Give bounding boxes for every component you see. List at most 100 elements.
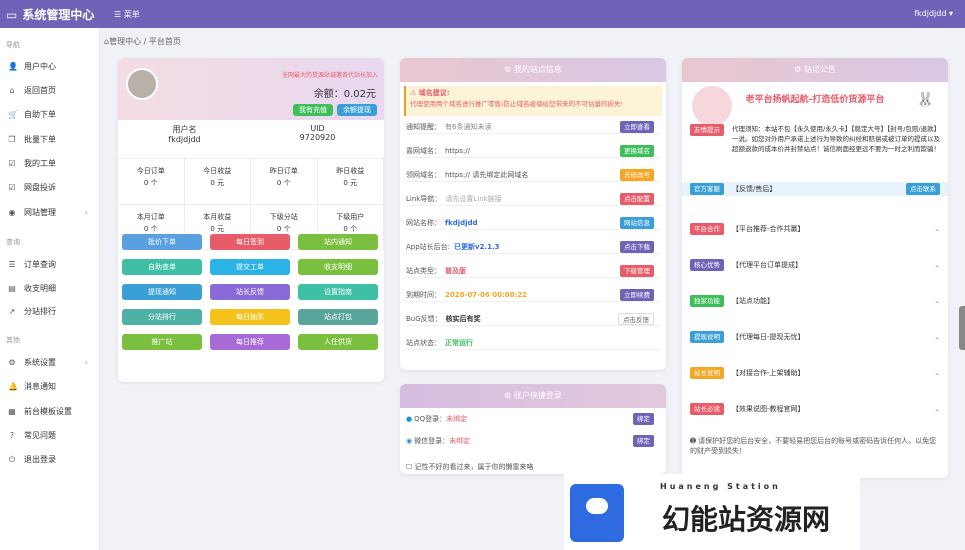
notice-row[interactable]: 官方客服 【反馈/售后】 点击联系 — [682, 182, 948, 196]
chevron-down-icon[interactable]: ⌄ — [934, 369, 940, 377]
action-button[interactable]: 站内通知 — [298, 234, 378, 250]
site-info-action-button[interactable]: 更换域名 — [620, 144, 654, 157]
copy-icon: ❐ — [8, 135, 16, 144]
stat-value: 0 元 — [210, 224, 225, 233]
action-button[interactable]: 人住供货 — [298, 334, 378, 350]
sidebar-item-1[interactable]: ⌂ 返回首页 — [8, 85, 96, 96]
notice-tag: 官方客服 — [690, 183, 724, 195]
sidebar-item-5[interactable]: ☑ 网盘投诉 — [8, 182, 96, 193]
sidebar-item-9[interactable]: ↗ 分站排行 — [8, 306, 96, 317]
question-icon: ? — [9, 431, 15, 440]
site-info-row: 通知提醒： 有6条通知未读 立即查看 — [406, 120, 660, 134]
invite-text[interactable]: 全网最大的货源站诚邀各代站长加入 — [282, 70, 378, 79]
action-label: 站长反馈 — [236, 288, 264, 296]
site-info-value: 核实后有奖 — [445, 314, 481, 323]
sidebar-item-label: 分站排行 — [24, 307, 56, 316]
list-icon: ☰ — [8, 260, 16, 269]
quick-login-tip: ☐ 记性不好的看过来，属于你的懒靠来咯 — [406, 463, 534, 471]
scroll-handle[interactable] — [959, 306, 965, 350]
action-button[interactable]: 分站排行 — [122, 309, 202, 325]
sidebar-item-7[interactable]: ☰ 订单查询 — [8, 259, 96, 270]
site-info-card: ⚙ 我的站点信息 ⚠ 域名建议: 代理使用两个域名进行推广零售(防止域名被墙给您… — [400, 58, 666, 370]
sidebar-item-0[interactable]: 👤 用户中心 — [8, 61, 96, 72]
action-button[interactable]: 每日抽奖 — [210, 309, 290, 325]
site-info-value: 请先设置Link链接 — [445, 194, 502, 203]
avatar[interactable] — [126, 68, 158, 100]
notice-row[interactable]: 站长说明 【对接合作-上架辅助】 ⌄ — [690, 366, 940, 380]
chevron-down-icon[interactable]: ⌄ — [934, 405, 940, 413]
chart-icon: ▤ — [8, 284, 16, 293]
action-button[interactable]: 设置指南 — [298, 284, 378, 300]
brand[interactable]: ▭ 系统管理中心 — [6, 6, 94, 23]
site-info-label: 喜网域名： — [406, 146, 441, 155]
notice-text: 【站点功能】 — [732, 297, 774, 305]
sidebar-item-label: 返回首页 — [24, 86, 56, 95]
site-info-action-button[interactable]: 下级管理 — [620, 264, 654, 277]
notice-row[interactable]: 平台合作 【平台推荐-合作共赢】 ⌄ — [690, 222, 940, 236]
notice-row[interactable]: 核心优势 【代理平台订单提成】 ⌄ — [690, 258, 940, 272]
action-button[interactable]: 提现通知 — [122, 284, 202, 300]
breadcrumb-home[interactable]: 管理中心 — [109, 37, 141, 46]
sidebar-item-8[interactable]: ▤ 收支明细 — [8, 283, 96, 294]
action-button[interactable]: 每日推荐 — [210, 334, 290, 350]
recharge-button[interactable]: 我有充值 — [293, 104, 333, 116]
site-info-action-button[interactable]: 去修改号 — [620, 168, 654, 181]
action-button[interactable]: 站点打包 — [298, 309, 378, 325]
site-info-action-button[interactable]: 点击配置 — [620, 192, 654, 205]
sidebar-item-13[interactable]: ? 常见问题 — [8, 430, 96, 441]
notice-row[interactable]: 提现说明 【代理每日-提现无忧】 ⌄ — [690, 330, 940, 344]
site-info-action-button[interactable]: 点击下载 — [620, 240, 654, 253]
action-button[interactable]: 推广站 — [122, 334, 202, 350]
balance: 余额：0.02元 — [314, 85, 376, 100]
notice-row[interactable]: 站长必读 【效果说图-教程官网】 ⌄ — [690, 402, 940, 416]
uid-value: 9720920 — [299, 133, 336, 142]
sidebar-section-other: 其他 — [6, 336, 20, 344]
bind-button[interactable]: 绑定 — [633, 435, 654, 447]
notice-row[interactable]: 友情提示 代理须知：本站不包【永久使用/永久卡】【稳定大号】【封号/包赔/退款】一… — [690, 124, 940, 174]
quick-login-header: ⚙ 账户快捷登录 — [400, 384, 666, 408]
site-info-action-button[interactable]: 点击反馈 — [618, 312, 654, 325]
withdraw-button[interactable]: 余额提现 — [337, 104, 377, 116]
user-menu[interactable]: fkdjdjdd ▾ — [914, 9, 953, 18]
sidebar-item-label: 系统设置 — [24, 358, 56, 367]
sidebar-item-2[interactable]: 🛒 自助下单 — [8, 109, 96, 120]
action-button[interactable]: 每日签到 — [210, 234, 290, 250]
sidebar-item-11[interactable]: 🔔 消息通知 — [8, 381, 96, 392]
chevron-right-icon: › — [84, 208, 88, 217]
notice-tag: 核心优势 — [690, 259, 724, 271]
sidebar-item-3[interactable]: ❐ 批量下单 — [8, 134, 96, 145]
site-info-value: 正常运行 — [445, 338, 473, 347]
sidebar-item-4[interactable]: ☑ 我的工单 — [8, 158, 96, 169]
quick-login-row: ◉ 微信登录： 未绑定 绑定 — [406, 434, 660, 448]
action-label: 每日抽奖 — [236, 313, 264, 321]
warning-title-text: 域名建议: — [418, 89, 450, 97]
sidebar-item-6[interactable]: ◉ 网站管理 › — [8, 207, 96, 218]
warning-text: 代理使用两个域名进行推广零售(防止域名被墙给您带来的不可估量的损失! — [410, 100, 624, 108]
sidebar-item-12[interactable]: ▦ 前台模板设置 — [8, 406, 96, 417]
site-info-action-button[interactable]: 网站信息 — [620, 216, 654, 229]
sidebar-item-10[interactable]: ⚙ 系统设置 › — [8, 357, 96, 368]
notice-row[interactable]: 独家功能 【站点功能】 ⌄ — [690, 294, 940, 308]
chevron-down-icon[interactable]: ⌄ — [934, 225, 940, 233]
action-button[interactable]: 站长反馈 — [210, 284, 290, 300]
action-button[interactable]: 提交工单 — [210, 259, 290, 275]
action-button[interactable]: 批价下单 — [122, 234, 202, 250]
domain-warning: ⚠ 域名建议: 代理使用两个域名进行推广零售(防止域名被墙给您带来的不可估量的损… — [404, 86, 662, 116]
action-button[interactable]: 自助查单 — [122, 259, 202, 275]
chevron-down-icon[interactable]: ⌄ — [934, 333, 940, 341]
chevron-down-icon[interactable]: ⌄ — [934, 261, 940, 269]
quick-login-title: 账户快捷登录 — [513, 391, 562, 400]
bind-button[interactable]: 绑定 — [633, 413, 654, 425]
stat-label: 今日订单 — [136, 167, 165, 175]
sidebar-item-14[interactable]: ⏻ 退出登录 — [8, 454, 96, 465]
site-info-action-button[interactable]: 立即续费 — [620, 288, 654, 301]
rabbit-icon: 🐰 — [916, 92, 934, 108]
action-button[interactable]: 收支明细 — [298, 259, 378, 275]
trend-icon: ↗ — [8, 307, 16, 316]
contact-button[interactable]: 点击联系 — [906, 183, 940, 195]
chevron-down-icon[interactable]: ⌄ — [934, 297, 940, 305]
site-info-action-button[interactable]: 立即查看 — [620, 120, 654, 133]
menu-button[interactable]: ☰ 菜单 — [114, 9, 140, 20]
stat-cell: 今日订单 0 个 — [118, 159, 185, 205]
sidebar-item-label: 退出登录 — [24, 455, 56, 464]
